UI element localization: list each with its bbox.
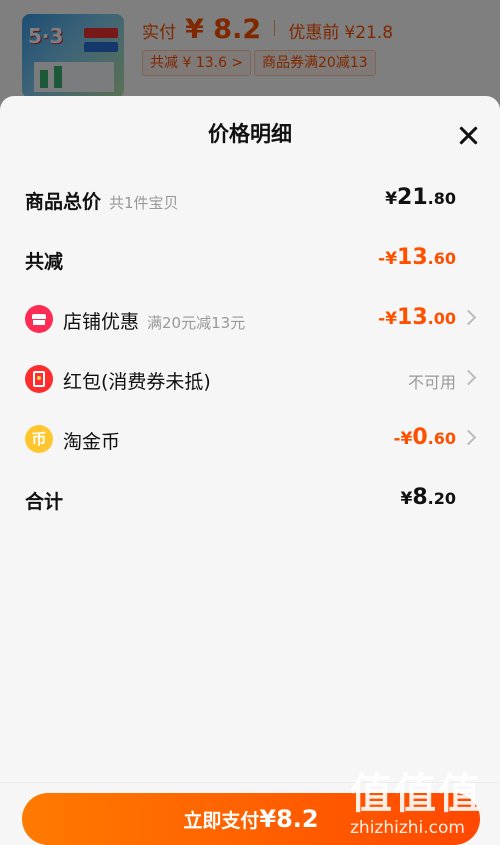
row-total-price: 商品总价 共1件宝贝 ¥21.80 — [0, 179, 500, 219]
row-value: -¥0.60 — [393, 425, 456, 450]
pay-button-label: 立即支付 — [183, 810, 260, 832]
row-value: -¥13.60 — [378, 245, 456, 270]
row-coins[interactable]: 淘金币 -¥0.60 — [0, 419, 500, 459]
row-sub: 满20元减13元 — [147, 314, 246, 332]
sheet-title: 价格明细 — [208, 122, 292, 146]
chevron-right-icon — [460, 309, 477, 326]
row-total-discount: 共减 -¥13.60 — [0, 239, 500, 279]
row-label: 合计 — [25, 491, 64, 513]
price-detail-sheet: 价格明细 商品总价 共1件宝贝 ¥21.80 共减 -¥13.60 店铺优惠 满20… — [0, 96, 500, 845]
row-label: 淘金币 — [63, 431, 121, 453]
chevron-right-icon — [460, 429, 477, 446]
row-status: 不可用 — [407, 373, 456, 392]
chevron-right-icon — [460, 369, 477, 386]
row-value: ¥8.20 — [400, 485, 457, 510]
pay-button-amount: ¥8.2 — [259, 805, 319, 833]
coin-icon — [25, 425, 53, 453]
row-store-discount[interactable]: 店铺优惠 满20元减13元 -¥13.00 — [0, 299, 500, 339]
pay-now-button[interactable]: 立即支付¥8.2 — [22, 793, 480, 845]
row-value: ¥21.80 — [385, 185, 456, 210]
close-icon[interactable] — [454, 122, 482, 150]
row-sub: 共1件宝贝 — [109, 194, 179, 212]
row-value: -¥13.00 — [378, 305, 456, 330]
red-packet-icon — [25, 365, 53, 393]
footer-bar: 立即支付¥8.2 — [0, 782, 500, 845]
row-label: 共减 — [25, 251, 64, 273]
row-label: 店铺优惠 — [63, 311, 140, 333]
row-grand-total: 合计 ¥8.20 — [0, 479, 500, 519]
row-red-packet[interactable]: 红包(消费券未抵) 不可用 — [0, 359, 500, 399]
row-label: 商品总价 — [25, 191, 102, 213]
row-label: 红包(消费券未抵) — [63, 371, 211, 393]
store-icon — [25, 305, 53, 333]
